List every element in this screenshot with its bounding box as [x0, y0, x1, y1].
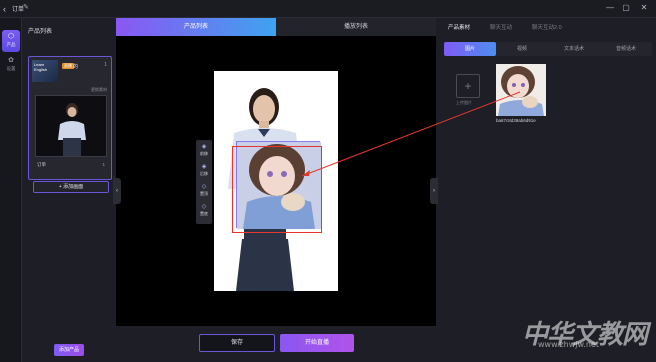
video-label: 订单 [37, 162, 46, 167]
tab-product-list[interactable]: 产品列表 [116, 18, 276, 36]
top-layer-icon: ◇ [201, 184, 207, 190]
tool-label: 前移 [200, 151, 208, 156]
material-image [496, 64, 546, 116]
rail-item-products[interactable]: ⬡ 产品 [2, 30, 20, 52]
tool-send-bottom[interactable]: ◇ 置底 [197, 202, 211, 220]
minimize-button[interactable]: — [604, 2, 616, 14]
edit-icon[interactable]: ✎ [23, 3, 29, 11]
video-count: 1 [102, 162, 105, 167]
tab-product-material[interactable]: 产品素材 [448, 23, 470, 31]
maximize-button[interactable]: ▢ [620, 2, 632, 14]
tool-bring-top[interactable]: ◇ 置顶 [197, 182, 211, 200]
start-live-button[interactable]: 开始直播 [280, 334, 354, 352]
product-count: 1 [104, 62, 107, 68]
highlight-box [232, 146, 322, 233]
product-list-header: 产品列表 [28, 29, 53, 35]
save-button[interactable]: 保存 [199, 334, 275, 352]
product-name: 的 [73, 64, 79, 70]
tool-move-forward[interactable]: ◈ 前移 [197, 142, 211, 160]
title-bar: ‹ 订单 ✎ — ▢ ✕ [0, 0, 656, 18]
subtab-video[interactable]: 视频 [496, 42, 548, 56]
subtab-audio-script[interactable]: 音频话术 [600, 42, 652, 56]
material-thumbnail[interactable] [496, 64, 546, 116]
tab-play-list[interactable]: 播放列表 [276, 18, 436, 36]
subtab-image[interactable]: 图片 [444, 42, 496, 56]
tool-move-backward[interactable]: ◈ 后移 [197, 162, 211, 180]
add-product-button[interactable]: 添加产品 [54, 344, 84, 356]
left-rail: ⬡ 产品 ✿ 设置 [0, 18, 22, 362]
layer-toolbar: ◈ 前移 ◈ 后移 ◇ 置顶 ◇ 置底 [196, 140, 212, 224]
presenter-figure [36, 96, 106, 156]
rail-item-label: 设置 [6, 66, 16, 71]
plus-icon: + [464, 79, 472, 93]
collapse-left-icon[interactable]: ‹ [113, 178, 121, 204]
material-subtabs: 图片 视频 文本话术 音频话术 [444, 42, 652, 56]
product-list-panel: 产品列表 Learn English 直播 的 1 更换素材 订单 1 + 添加… [26, 20, 112, 360]
layer-down-icon: ◈ [201, 164, 207, 170]
rail-item-label: 产品 [6, 42, 16, 47]
rail-item-settings[interactable]: ✿ 设置 [2, 54, 20, 76]
settings-icon: ✿ [8, 57, 14, 64]
gear-hex-icon: ⬡ [7, 33, 15, 40]
product-card[interactable]: Learn English 直播 的 1 更换素材 订单 1 + 添加画面 [28, 56, 112, 193]
material-name: ba67c8d39ab6d91e [496, 118, 536, 123]
change-material-link[interactable]: 更换素材 [91, 87, 107, 93]
tool-label: 置顶 [200, 191, 208, 196]
upload-image-label: 上传图片 [456, 100, 472, 105]
center-tabs: 产品列表 播放列表 [116, 18, 436, 36]
app-window: ‹ 订单 ✎ — ▢ ✕ ⬡ 产品 ✿ 设置 产品列表 Learn Englis… [0, 0, 656, 362]
bottom-layer-icon: ◇ [201, 204, 207, 210]
tool-label: 后移 [200, 171, 208, 176]
tool-label: 置底 [200, 211, 208, 216]
thumbnail-text: Learn English [34, 62, 48, 72]
tab-chat-interaction[interactable]: 聊天互动 [490, 23, 512, 31]
subtab-text-script[interactable]: 文本话术 [548, 42, 600, 56]
right-tabs: 产品素材 聊天互动 聊天互动2.0 [440, 18, 656, 36]
tab-chat-interaction-2[interactable]: 聊天互动2.0 [532, 23, 562, 31]
video-thumbnail[interactable] [35, 95, 107, 157]
watermark-url: www.zhwjw.net [538, 340, 599, 349]
layer-up-icon: ◈ [201, 144, 207, 150]
product-thumbnail: Learn English [32, 60, 58, 82]
upload-image-button[interactable]: + [456, 74, 480, 98]
close-button[interactable]: ✕ [638, 2, 650, 14]
collapse-right-icon[interactable]: › [430, 178, 438, 204]
preview-stage: ◈ 前移 ◈ 后移 ◇ 置顶 ◇ 置底 [116, 36, 436, 326]
add-scene-button[interactable]: + 添加画面 [33, 181, 109, 193]
